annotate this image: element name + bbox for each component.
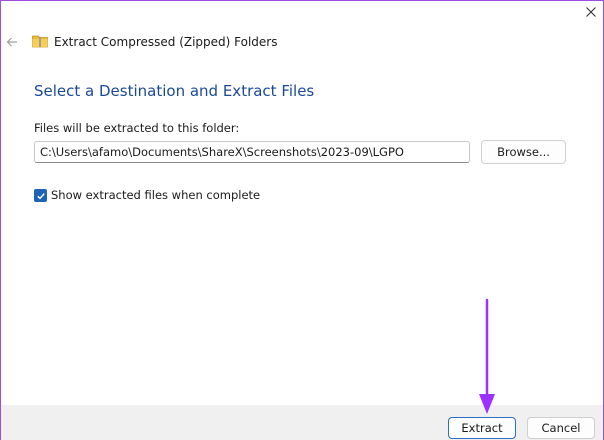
show-files-checkbox[interactable]	[34, 189, 47, 202]
annotation-arrow-icon	[479, 298, 495, 414]
close-icon	[586, 7, 596, 17]
wizard-title: Extract Compressed (Zipped) Folders	[54, 35, 278, 49]
dialog-window: Extract Compressed (Zipped) Folders Sele…	[0, 0, 604, 440]
zip-folder-icon	[32, 35, 48, 48]
destination-path-input[interactable]	[34, 141, 470, 163]
destination-label: Files will be extracted to this folder:	[34, 121, 240, 135]
back-button[interactable]	[3, 33, 21, 51]
page-heading: Select a Destination and Extract Files	[34, 82, 315, 100]
extract-button[interactable]: Extract	[448, 417, 516, 439]
show-files-option[interactable]: Show extracted files when complete	[34, 188, 260, 203]
cancel-button[interactable]: Cancel	[527, 417, 595, 439]
browse-button[interactable]: Browse...	[481, 140, 566, 164]
close-button[interactable]	[577, 1, 604, 23]
show-files-label: Show extracted files when complete	[51, 188, 261, 202]
back-arrow-icon	[6, 37, 17, 47]
checkmark-icon	[36, 192, 45, 199]
